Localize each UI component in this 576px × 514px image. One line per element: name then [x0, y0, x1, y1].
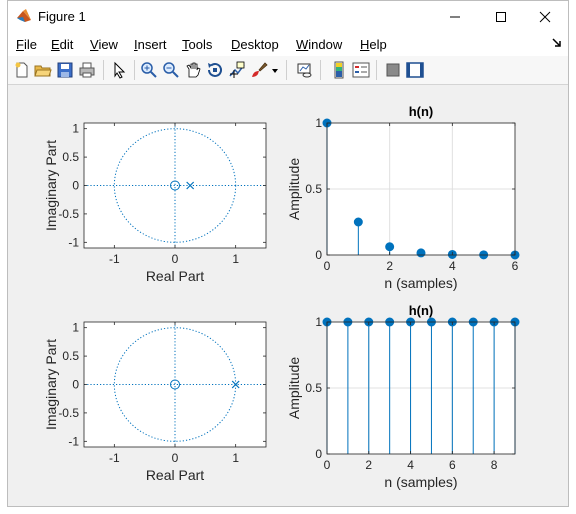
- axes-2: 0 2 4 6 0 0.5 1 n (samples) Amplitude h(n): [286, 104, 520, 291]
- zoom-in-icon[interactable]: [140, 61, 158, 79]
- y-tick-label: -1: [68, 434, 79, 448]
- save-icon[interactable]: [56, 61, 74, 79]
- x-tick-label: 0: [172, 252, 179, 266]
- close-icon: [539, 11, 551, 22]
- data-cursor-icon[interactable]: [228, 61, 246, 79]
- colorbar-icon[interactable]: [330, 61, 348, 79]
- y-tick-label: -1: [68, 235, 79, 249]
- x-tick-label: 0: [324, 259, 331, 273]
- dock-arrow-icon[interactable]: [552, 38, 562, 48]
- stem-marker: [416, 248, 426, 258]
- axes-1: -1 0 1 -1 -0.5 0 0.5 1 Real Part Imaginary Part: [43, 122, 267, 284]
- y-tick-label: 0: [72, 378, 79, 392]
- axes-3: -1 0 1 -1 -0.5 0 0.5 1 Real Part Imaginary Part: [43, 321, 267, 483]
- open-file-icon[interactable]: [34, 61, 52, 79]
- x-tick-label: 4: [449, 259, 456, 273]
- maximize-icon: [496, 11, 506, 22]
- x-tick-label: 2: [386, 259, 393, 273]
- zoom-out-icon[interactable]: [162, 61, 180, 79]
- maximize-button[interactable]: [478, 1, 524, 32]
- hide-plot-tools-icon[interactable]: [384, 61, 402, 79]
- y-axis-label: Amplitude: [286, 357, 302, 419]
- x-tick-label: 8: [491, 458, 498, 472]
- legend-icon[interactable]: [352, 61, 370, 79]
- x-tick-label: 4: [407, 458, 414, 472]
- y-tick-label: 1: [72, 122, 79, 136]
- stem-marker: [385, 242, 395, 252]
- figure-canvas: -1 0 1 -1 -0.5 0 0.5 1 Real Part Imaginary Part 0 2…: [8, 85, 568, 506]
- brush-dropdown-icon[interactable]: [270, 61, 280, 79]
- y-tick-label: 1: [315, 315, 322, 329]
- matlab-logo-icon: [17, 9, 31, 22]
- x-tick-label: 6: [449, 458, 456, 472]
- y-tick-label: 0.5: [305, 381, 322, 395]
- x-axis-label: n (samples): [384, 474, 457, 490]
- menu-desktop[interactable]: Desktop: [231, 37, 279, 52]
- pan-icon[interactable]: [184, 61, 202, 79]
- x-tick-label: 1: [232, 252, 239, 266]
- menu-help[interactable]: Help: [360, 37, 387, 52]
- x-tick-label: 6: [512, 259, 519, 273]
- close-button[interactable]: [522, 1, 568, 32]
- y-tick-label: 0.5: [62, 349, 79, 363]
- minimize-button[interactable]: [432, 1, 478, 32]
- y-axis-label: Imaginary Part: [43, 339, 59, 430]
- brush-icon[interactable]: [250, 61, 268, 79]
- menu-edit[interactable]: Edit: [51, 37, 73, 52]
- y-tick-label: -0.5: [58, 207, 79, 221]
- y-tick-label: 0.5: [62, 150, 79, 164]
- menu-file[interactable]: File: [16, 37, 37, 52]
- figure-toolbar: [8, 56, 568, 85]
- chart-title: h(n): [409, 303, 434, 318]
- show-plot-tools-icon[interactable]: [406, 61, 424, 79]
- y-tick-label: 0: [315, 447, 322, 461]
- x-tick-label: -1: [109, 252, 120, 266]
- y-tick-label: 1: [72, 321, 79, 335]
- y-tick-label: 0: [315, 248, 322, 262]
- menu-tools[interactable]: Tools: [182, 37, 212, 52]
- menu-bar: File Edit View Insert Tools Desktop Wind…: [8, 32, 568, 56]
- y-tick-label: 1: [315, 116, 322, 130]
- rotate-3d-icon[interactable]: [206, 61, 224, 79]
- y-axis-label: Amplitude: [286, 158, 302, 220]
- figure-window: Figure 1 File Edit View Insert Tools Des…: [7, 0, 569, 507]
- menu-window[interactable]: Window: [296, 37, 342, 52]
- x-tick-label: -1: [109, 451, 120, 465]
- link-plot-icon[interactable]: [296, 61, 314, 79]
- menu-view[interactable]: View: [90, 37, 118, 52]
- y-tick-label: 0: [72, 179, 79, 193]
- x-tick-label: 2: [365, 458, 372, 472]
- x-axis-label: n (samples): [384, 275, 457, 291]
- x-axis-label: Real Part: [146, 467, 204, 483]
- axes-4: 0 2 4 6 8 0 0.5 1 n (samples) Amplitude h(n): [286, 303, 520, 490]
- window-title: Figure 1: [38, 9, 86, 24]
- x-tick-label: 0: [172, 451, 179, 465]
- x-axis-label: Real Part: [146, 268, 204, 284]
- x-tick-label: 1: [232, 451, 239, 465]
- y-tick-label: 0.5: [305, 182, 322, 196]
- y-tick-label: -0.5: [58, 406, 79, 420]
- minimize-icon: [450, 16, 460, 17]
- print-icon[interactable]: [78, 61, 96, 79]
- y-axis-label: Imaginary Part: [43, 140, 59, 231]
- x-tick-label: 0: [324, 458, 331, 472]
- stem-marker: [353, 217, 363, 227]
- chart-title: h(n): [409, 104, 434, 119]
- title-bar: Figure 1: [8, 1, 568, 32]
- menu-insert[interactable]: Insert: [134, 37, 167, 52]
- new-figure-icon[interactable]: [13, 61, 31, 79]
- pointer-icon[interactable]: [110, 61, 128, 79]
